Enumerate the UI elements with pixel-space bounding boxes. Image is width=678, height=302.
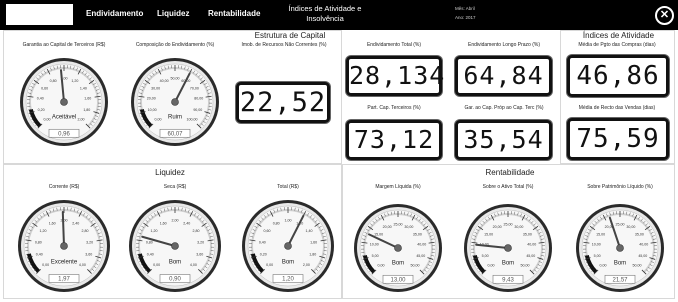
lcd-label-pgto: Média de Pgto das Compras (dias) xyxy=(578,42,656,48)
gauge-title-margem: Margem Líquida (%) xyxy=(375,184,421,190)
lcd-label-endiv-total: Endividamento Total (%) xyxy=(366,42,422,48)
tab-indices-line2: Insolvência xyxy=(306,14,344,23)
lcd-label-endiv-longo: Endividamento Longo Prazo (%) xyxy=(468,42,540,48)
gauge-title-patrimonio: Sobre Patrimônio Líquido (%) xyxy=(587,184,653,190)
section-title-rentabilidade: Rentabilidade xyxy=(485,168,535,177)
tab-rentabilidade[interactable]: Rentabilidade xyxy=(208,9,260,18)
year-label: Ano: 2017 xyxy=(455,15,476,20)
lcd-pgto: 46,86 xyxy=(567,55,669,97)
logo-box xyxy=(6,4,73,25)
close-icon[interactable]: ✕ xyxy=(655,6,674,25)
gauge-title-total: Total (R$) xyxy=(277,184,299,190)
tab-indices-line1: Índices de Atividade e xyxy=(288,4,362,13)
lcd-imob: 22,52 xyxy=(236,82,330,123)
lcd-label-part-cap: Part. Cap. Terceiros (%) xyxy=(367,105,421,111)
lcd-part-cap: 73,12 xyxy=(346,120,442,160)
lcd-endiv-longo: 64,84 xyxy=(455,56,552,96)
gauge-title-corrente: Corrente (R$) xyxy=(48,184,80,190)
lcd-endiv-total: 28,134 xyxy=(346,56,444,96)
section-title-liquidez: Liquidez xyxy=(155,168,185,177)
section-title-capital: Estrutura de Capital xyxy=(254,31,326,40)
gauge-title-seca: Seca (R$) xyxy=(163,184,187,190)
month-label: Mês: Abril xyxy=(455,6,475,11)
gauge-title-composicao: Composição do Endividamento (%) xyxy=(135,42,215,48)
tab-indices-atividade[interactable]: Índices de Atividade e Insolvência xyxy=(270,4,380,24)
lcd-gar-cap: 35,54 xyxy=(455,120,552,160)
lcd-label-gar-cap: Gar. ao Cap. Próp ao Cap. Terc (%) xyxy=(464,105,544,111)
tab-endividamento[interactable]: Endividamento xyxy=(86,9,143,18)
gauge-title-garantia: Garantia ao Capital de Terceiros (R$) xyxy=(22,42,106,48)
gauge-title-ativo: Sobre o Ativo Total (%) xyxy=(482,184,534,190)
section-title-atividade: Índices de Atividade xyxy=(582,31,655,40)
lcd-recto: 75,59 xyxy=(567,118,669,160)
lcd-label-imob: Imob. de Recursos Não Correntes (%) xyxy=(241,42,327,48)
top-nav-bar: Endividamento Liquidez Rentabilidade Índ… xyxy=(0,0,678,30)
lcd-label-recto: Média de Recto das Vendas (dias) xyxy=(578,105,656,111)
tab-liquidez[interactable]: Liquidez xyxy=(157,9,189,18)
